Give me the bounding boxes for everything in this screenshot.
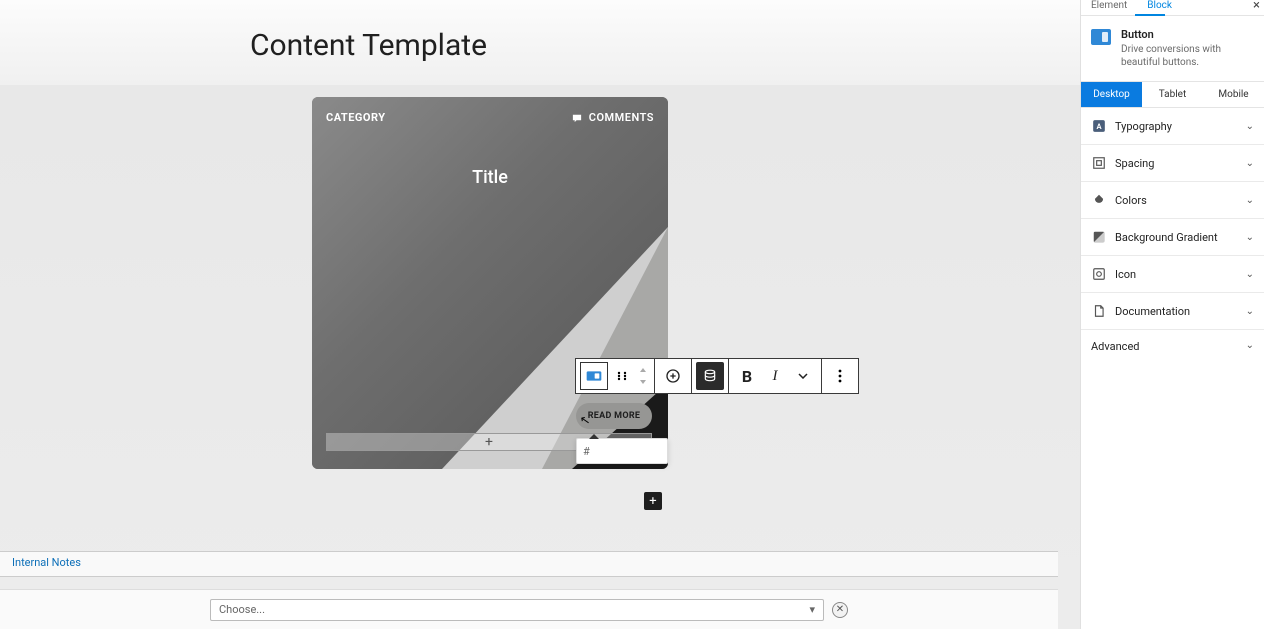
select-caret-icon: ▾ — [809, 603, 815, 616]
page-title: Content Template — [250, 28, 487, 63]
button-block-icon — [586, 370, 602, 382]
panel-advanced[interactable]: Advanced ⌄ — [1081, 330, 1264, 363]
internal-notes-link[interactable]: Internal Notes — [12, 556, 81, 569]
database-icon — [703, 369, 717, 383]
chevron-down-icon: ⌄ — [1246, 232, 1254, 243]
device-tabs: Desktop Tablet Mobile — [1081, 82, 1264, 108]
move-arrows[interactable] — [636, 362, 650, 390]
up-down-icon — [638, 367, 648, 385]
options-button[interactable] — [826, 362, 854, 390]
device-tablet[interactable]: Tablet — [1142, 82, 1203, 107]
choose-select[interactable]: Choose... ▾ — [210, 599, 824, 621]
bold-button[interactable]: B — [733, 362, 761, 390]
settings-sidebar: Element Block × Button Drive conversions… — [1080, 0, 1264, 629]
chevron-down-icon: ⌄ — [1246, 269, 1254, 280]
chevron-down-icon: ⌄ — [1246, 121, 1254, 132]
block-type-button[interactable] — [580, 362, 608, 390]
chevron-down-icon: ⌄ — [1246, 306, 1254, 317]
block-info: Button Drive conversions with beautiful … — [1081, 16, 1264, 82]
button-block-icon — [1091, 29, 1111, 45]
colors-icon — [1091, 192, 1107, 208]
comment-icon — [571, 112, 583, 123]
drag-handle[interactable] — [608, 362, 636, 390]
block-description: Drive conversions with beautiful buttons… — [1121, 43, 1254, 69]
more-formatting-button[interactable] — [789, 362, 817, 390]
chevron-down-icon: ⌄ — [1246, 340, 1254, 353]
italic-button[interactable]: I — [761, 362, 789, 390]
icon-icon — [1091, 266, 1107, 282]
tab-underline — [1135, 14, 1165, 16]
dynamic-data-button[interactable] — [696, 362, 724, 390]
sidebar-tabs: Element Block × — [1081, 0, 1264, 16]
panel-background-gradient[interactable]: Background Gradient ⌄ — [1081, 219, 1264, 256]
url-popover[interactable]: # — [576, 438, 668, 464]
x-icon: ✕ — [836, 604, 844, 615]
bottom-row: Choose... ▾ ✕ — [0, 589, 1058, 629]
gradient-icon — [1091, 229, 1107, 245]
chevron-down-icon: ⌄ — [1246, 195, 1254, 206]
editor-canvas: Content Template CATEGORY COMMENTS Title… — [0, 0, 1080, 629]
tab-element[interactable]: Element — [1081, 0, 1137, 15]
block-name: Button — [1121, 28, 1254, 41]
tab-block[interactable]: Block — [1137, 0, 1182, 15]
comments-link[interactable]: COMMENTS — [571, 111, 654, 124]
comments-label: COMMENTS — [589, 111, 654, 124]
panel-icon[interactable]: Icon ⌄ — [1081, 256, 1264, 293]
panel-colors[interactable]: Colors ⌄ — [1081, 182, 1264, 219]
cursor-icon: ↖ — [579, 412, 591, 428]
panel-typography[interactable]: A Typography ⌄ — [1081, 108, 1264, 145]
plus-icon: + — [649, 494, 656, 509]
kebab-icon — [838, 369, 842, 383]
device-desktop[interactable]: Desktop — [1081, 82, 1142, 107]
chevron-down-icon — [798, 373, 808, 379]
panel-documentation[interactable]: Documentation ⌄ — [1081, 293, 1264, 330]
plus-circle-icon — [665, 368, 681, 384]
add-button[interactable] — [659, 362, 687, 390]
footer-bar: Internal Notes — [0, 551, 1058, 577]
spacing-icon — [1091, 155, 1107, 171]
add-block-button[interactable]: + — [644, 492, 662, 510]
typography-icon: A — [1091, 118, 1107, 134]
close-sidebar-button[interactable]: × — [1253, 0, 1260, 13]
choose-placeholder: Choose... — [219, 603, 265, 616]
clear-button[interactable]: ✕ — [832, 602, 848, 618]
plus-icon: + — [485, 434, 493, 450]
panel-spacing[interactable]: Spacing ⌄ — [1081, 145, 1264, 182]
device-mobile[interactable]: Mobile — [1203, 82, 1264, 107]
chevron-down-icon: ⌄ — [1246, 158, 1254, 169]
category-label[interactable]: CATEGORY — [326, 111, 386, 124]
url-input[interactable]: # — [583, 445, 590, 458]
card-title[interactable]: Title — [312, 167, 668, 188]
block-toolbar: B I — [575, 358, 859, 394]
drag-icon — [616, 370, 628, 382]
documentation-icon — [1091, 303, 1107, 319]
